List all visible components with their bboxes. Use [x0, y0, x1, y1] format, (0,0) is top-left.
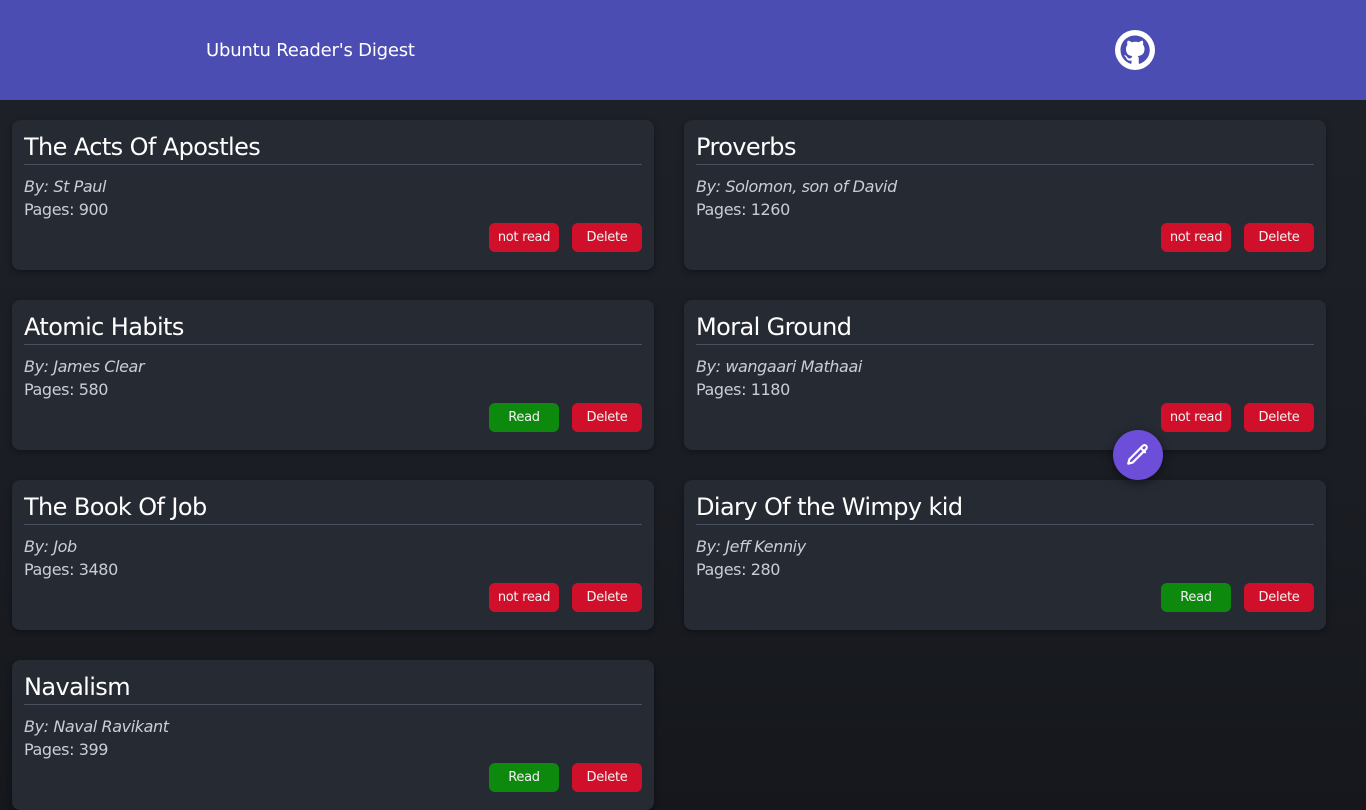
book-title: Atomic Habits: [24, 312, 642, 345]
book-pages: Pages: 1180: [696, 380, 790, 399]
book-title: The Acts Of Apostles: [24, 132, 642, 165]
app-title: Ubuntu Reader's Digest: [206, 40, 415, 61]
read-status-button[interactable]: Read: [489, 403, 559, 432]
delete-button[interactable]: Delete: [572, 223, 642, 252]
book-card: Atomic Habits By: James Clear Pages: 580…: [12, 300, 654, 450]
book-card: Moral Ground By: wangaari Mathaai Pages:…: [684, 300, 1326, 450]
book-title: Diary Of the Wimpy kid: [696, 492, 1314, 525]
read-status-button[interactable]: not read: [1161, 223, 1231, 252]
book-card: Proverbs By: Solomon, son of David Pages…: [684, 120, 1326, 270]
book-author: By: Solomon, son of David: [696, 177, 897, 196]
book-title: Proverbs: [696, 132, 1314, 165]
delete-button[interactable]: Delete: [1244, 403, 1314, 432]
book-pages: Pages: 1260: [696, 200, 790, 219]
read-status-button[interactable]: not read: [1161, 403, 1231, 432]
book-pages: Pages: 399: [24, 740, 109, 759]
read-status-button[interactable]: not read: [489, 223, 559, 252]
book-author: By: Jeff Kenniy: [696, 537, 806, 556]
github-icon[interactable]: [1115, 30, 1155, 70]
book-title: Moral Ground: [696, 312, 1314, 345]
book-card: The Acts Of Apostles By: St Paul Pages: …: [12, 120, 654, 270]
book-card: Navalism By: Naval Ravikant Pages: 399 R…: [12, 660, 654, 810]
delete-button[interactable]: Delete: [1244, 223, 1314, 252]
book-pages: Pages: 3480: [24, 560, 118, 579]
book-pages: Pages: 280: [696, 560, 781, 579]
pencil-icon: [1127, 444, 1148, 465]
book-author: By: St Paul: [24, 177, 107, 196]
book-author: By: Job: [24, 537, 77, 556]
read-status-button[interactable]: not read: [489, 583, 559, 612]
delete-button[interactable]: Delete: [572, 763, 642, 792]
app-header: Ubuntu Reader's Digest: [0, 0, 1366, 100]
book-title: The Book Of Job: [24, 492, 642, 525]
read-status-button[interactable]: Read: [1161, 583, 1231, 612]
book-card: Diary Of the Wimpy kid By: Jeff Kenniy P…: [684, 480, 1326, 630]
book-card: The Book Of Job By: Job Pages: 3480 not …: [12, 480, 654, 630]
delete-button[interactable]: Delete: [572, 403, 642, 432]
book-author: By: Naval Ravikant: [24, 717, 169, 736]
read-status-button[interactable]: Read: [489, 763, 559, 792]
book-pages: Pages: 900: [24, 200, 109, 219]
delete-button[interactable]: Delete: [1244, 583, 1314, 612]
book-title: Navalism: [24, 672, 642, 705]
book-pages: Pages: 580: [24, 380, 109, 399]
delete-button[interactable]: Delete: [572, 583, 642, 612]
book-author: By: James Clear: [24, 357, 145, 376]
book-author: By: wangaari Mathaai: [696, 357, 862, 376]
add-book-button[interactable]: [1113, 430, 1163, 480]
